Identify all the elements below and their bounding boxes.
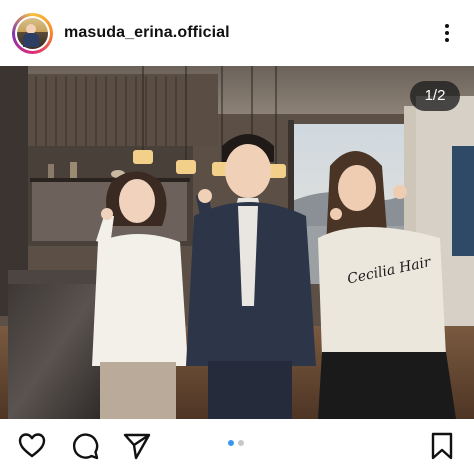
more-options-icon[interactable] — [440, 22, 454, 46]
avatar-image — [15, 16, 50, 51]
image-counter: 1/2 — [410, 81, 460, 111]
heart-icon[interactable] — [17, 431, 47, 459]
bookmark-icon[interactable] — [430, 431, 454, 461]
profile-avatar[interactable] — [12, 13, 53, 54]
action-bar — [0, 419, 474, 476]
username[interactable]: masuda_erina.official — [64, 24, 230, 42]
carousel-dot — [238, 440, 244, 446]
paper-plane-icon[interactable] — [122, 431, 152, 461]
carousel-dot-active — [228, 440, 234, 446]
post-photo[interactable]: Cecilia Hair 1/2 — [0, 66, 474, 419]
post-header: masuda_erina.official — [0, 0, 474, 66]
carousel-indicator — [226, 440, 248, 448]
photo-scene: Cecilia Hair — [0, 66, 474, 419]
comment-bubble-icon[interactable] — [70, 431, 100, 461]
